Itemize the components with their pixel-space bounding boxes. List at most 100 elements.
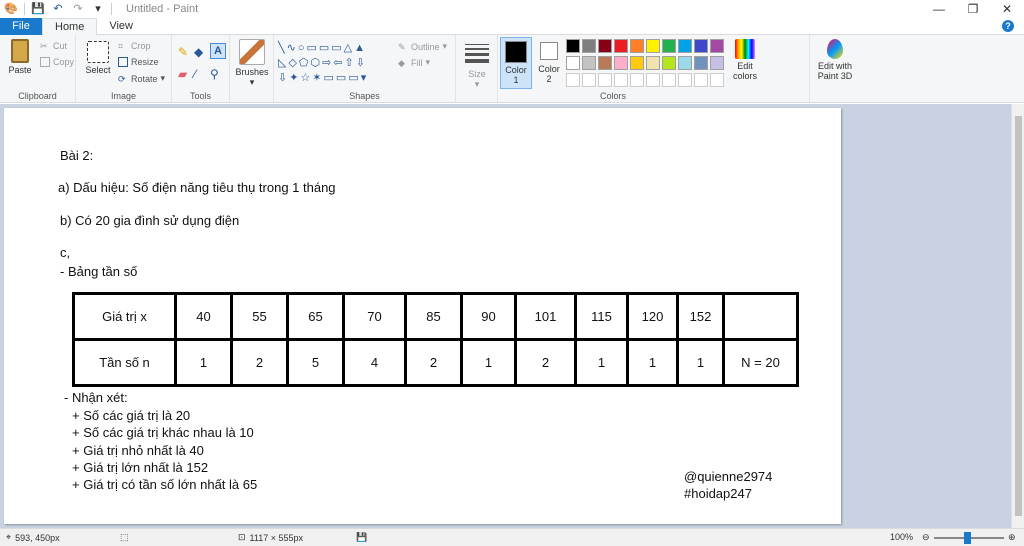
color1-button[interactable]: Color 1 xyxy=(500,37,532,89)
doc-line: + Số các giá trị là 20 xyxy=(72,408,191,423)
tab-view[interactable]: View xyxy=(97,18,145,35)
brushes-label: Brushes xyxy=(235,67,269,77)
doc-line: + Giá trị lớn nhất là 152 xyxy=(72,460,209,475)
table-cell: 115 xyxy=(574,292,629,341)
outline-button[interactable]: ✎ Outline ▾ xyxy=(398,41,447,52)
edit-with-paint3d-button[interactable]: Edit with Paint 3D xyxy=(810,39,860,81)
outline-label: Outline xyxy=(411,41,440,52)
color-swatch[interactable] xyxy=(694,56,708,70)
copy-button[interactable]: Copy xyxy=(40,57,74,67)
color-swatch[interactable] xyxy=(646,39,660,53)
custom-color-swatch[interactable] xyxy=(598,73,612,87)
table-cell: 152 xyxy=(676,292,725,341)
edit-colors-label: Edit xyxy=(737,61,753,71)
edit-colors-label-2: colors xyxy=(732,71,757,81)
tab-file[interactable]: File xyxy=(0,18,42,35)
color-swatch[interactable] xyxy=(678,56,692,70)
color-swatch[interactable] xyxy=(566,39,580,53)
redo-icon[interactable]: ↷ xyxy=(71,3,85,15)
table-cell: 1 xyxy=(626,338,679,387)
undo-icon[interactable]: ↶ xyxy=(51,3,65,15)
doc-line: - Bảng tần số xyxy=(60,264,138,279)
magnifier-icon[interactable]: ⚲ xyxy=(210,67,219,81)
zoom-slider-thumb[interactable] xyxy=(964,532,971,544)
custom-color-swatch[interactable] xyxy=(694,73,708,87)
table-cell: 65 xyxy=(286,292,345,341)
rotate-icon: ⟳ xyxy=(118,73,126,84)
minimize-button[interactable]: — xyxy=(922,0,956,18)
crop-button[interactable]: ⌗ Crop xyxy=(118,41,151,51)
color-swatch[interactable] xyxy=(662,56,676,70)
fill-button[interactable]: ◆ Fill ▾ xyxy=(398,57,430,68)
vertical-scrollbar[interactable] xyxy=(1011,104,1024,528)
color-swatch[interactable] xyxy=(694,39,708,53)
shapes-group-label: Shapes xyxy=(349,91,380,101)
zoom-out-button[interactable]: ⊖ xyxy=(922,532,930,543)
color-swatch[interactable] xyxy=(630,39,644,53)
custom-color-swatch[interactable] xyxy=(582,73,596,87)
scrollbar-thumb[interactable] xyxy=(1015,116,1022,516)
tab-home[interactable]: Home xyxy=(42,18,98,36)
color-swatch[interactable] xyxy=(598,56,612,70)
brush-icon xyxy=(239,39,265,65)
color-swatch[interactable] xyxy=(582,39,596,53)
color-swatch[interactable] xyxy=(598,39,612,53)
chevron-down-icon: ▾ xyxy=(160,73,166,83)
help-icon[interactable]: ? xyxy=(1002,20,1014,32)
drawing-canvas[interactable]: Bài 2: a) Dấu hiệu: Số điện năng tiêu th… xyxy=(4,108,841,524)
eraser-icon[interactable]: ▰ xyxy=(178,67,187,81)
color-picker-icon[interactable]: ⁄ xyxy=(194,67,196,81)
color-swatch[interactable] xyxy=(710,56,724,70)
custom-color-swatch[interactable] xyxy=(630,73,644,87)
divider xyxy=(111,3,112,15)
color-swatch[interactable] xyxy=(582,56,596,70)
color2-button[interactable]: Color 2 xyxy=(534,37,564,89)
edit-colors-button[interactable]: Edit colors xyxy=(730,39,760,81)
resize-button[interactable]: Resize xyxy=(118,57,159,67)
paint-app-icon: 🎨 xyxy=(4,3,18,15)
color-swatch[interactable] xyxy=(566,56,580,70)
pencil-icon[interactable]: ✎ xyxy=(178,45,188,59)
table-cell: 85 xyxy=(404,292,463,341)
table-cell: 2 xyxy=(514,338,577,387)
table-cell: 101 xyxy=(514,292,577,341)
color-swatch[interactable] xyxy=(614,39,628,53)
selection-size: ⬚ xyxy=(120,532,129,543)
custom-color-swatch[interactable] xyxy=(614,73,628,87)
customize-toolbar-icon[interactable]: ▾ xyxy=(91,3,105,15)
close-button[interactable]: ✕ xyxy=(990,0,1024,18)
custom-color-swatch[interactable] xyxy=(566,73,580,87)
select-button[interactable]: Select xyxy=(84,41,112,75)
custom-color-swatch[interactable] xyxy=(678,73,692,87)
custom-color-swatch[interactable] xyxy=(646,73,660,87)
paste-button[interactable]: Paste xyxy=(4,39,36,75)
color-swatch[interactable] xyxy=(678,39,692,53)
fill-icon[interactable]: ◆ xyxy=(194,45,203,59)
brushes-button[interactable]: Brushes ▾ xyxy=(234,39,270,88)
custom-color-swatch[interactable] xyxy=(662,73,676,87)
custom-color-swatch[interactable] xyxy=(710,73,724,87)
cursor-position-text: 593, 450px xyxy=(15,532,60,543)
cut-button[interactable]: ✂ Cut xyxy=(40,41,67,51)
maximize-button[interactable]: ❐ xyxy=(956,0,990,18)
size-button[interactable]: Size ▾ xyxy=(462,41,492,90)
image-group-label: Image xyxy=(110,91,136,101)
color-swatch[interactable] xyxy=(614,56,628,70)
zoom-in-button[interactable]: ⊕ xyxy=(1008,532,1016,543)
shapes-gallery[interactable]: ╲∿○▭▭▭△▲ ◺◇⬠⬡⇨⇦⇧⇩ ⇩✦☆✶▭▭▭▾ xyxy=(278,41,390,87)
table-row: Giá trị x 40 55 65 70 85 90 101 115 120 152 xyxy=(72,292,799,341)
rotate-button[interactable]: ⟳ Rotate ▾ xyxy=(118,73,165,84)
colors-group-label: Colors xyxy=(599,91,626,101)
save-icon[interactable]: 💾 xyxy=(31,3,45,15)
frequency-table: Giá trị x 40 55 65 70 85 90 101 115 120 152 Tần s… xyxy=(72,292,799,387)
table-cell: 70 xyxy=(342,292,407,341)
canvas-area: Bài 2: a) Dấu hiệu: Số điện năng tiêu th… xyxy=(0,104,1011,528)
color-swatch[interactable] xyxy=(646,56,660,70)
copy-label: Copy xyxy=(53,57,75,67)
text-tool-icon[interactable]: A xyxy=(210,43,226,59)
paint3d-label: Edit with xyxy=(817,61,852,71)
image-group: Select ⌗ Crop Resize ⟳ Rotate ▾ Image xyxy=(76,35,172,103)
color-swatch[interactable] xyxy=(710,39,724,53)
color-swatch[interactable] xyxy=(630,56,644,70)
color-swatch[interactable] xyxy=(662,39,676,53)
